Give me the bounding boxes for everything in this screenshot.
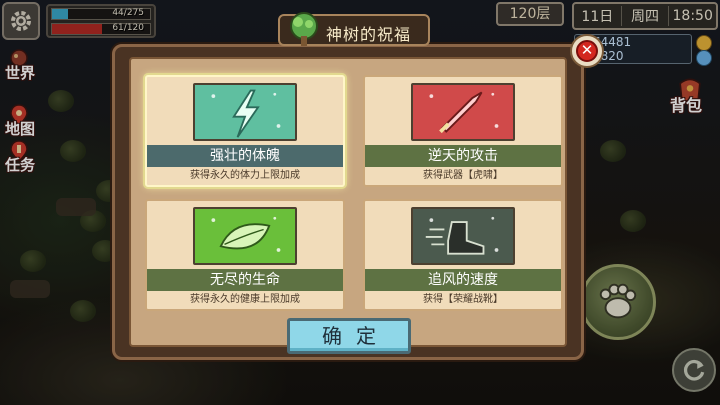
card-art-icon	[425, 216, 499, 255]
card-title: 强壮的体魄	[147, 145, 343, 167]
card-art-strength	[193, 83, 297, 141]
close-icon: ✕	[576, 40, 598, 62]
blessing-card-life[interactable]: 无尽的生命 获得永久的健康上限加成	[145, 199, 345, 311]
card-art-icon	[211, 89, 281, 138]
dialog-content: 强壮的体魄 获得永久的体力上限加成 逆天的攻击 获得武器【虎啸】 无尽的生命 获…	[129, 57, 567, 347]
card-description: 获得永久的体力上限加成	[190, 170, 300, 181]
blessing-card-strength[interactable]: 强壮的体魄 获得永久的体力上限加成	[145, 75, 345, 187]
close-dialog-button[interactable]: ✕	[570, 34, 604, 68]
tree-icon	[290, 12, 318, 46]
card-art-speed	[411, 207, 515, 265]
card-art-icon	[429, 91, 499, 134]
card-art-life	[193, 207, 297, 265]
blessing-card-attack[interactable]: 逆天的攻击 获得武器【虎啸】	[363, 75, 563, 187]
card-description: 获得【荣耀战靴】	[423, 294, 503, 305]
blessing-card-speed[interactable]: 追风的速度 获得【荣耀战靴】	[363, 199, 563, 311]
card-title: 无尽的生命	[147, 269, 343, 291]
card-description: 获得永久的健康上限加成	[190, 294, 300, 305]
card-title: 逆天的攻击	[365, 145, 561, 167]
card-art-icon	[211, 216, 281, 252]
card-description: 获得武器【虎啸】	[423, 170, 503, 181]
dialog-title: 神树的祝福	[326, 25, 412, 44]
dialog-title-banner: 神树的祝福	[278, 12, 430, 46]
card-title: 追风的速度	[365, 269, 561, 291]
card-art-attack	[411, 83, 515, 141]
blessing-dialog: 强壮的体魄 获得永久的体力上限加成 逆天的攻击 获得武器【虎啸】 无尽的生命 获…	[112, 44, 584, 360]
confirm-button[interactable]: 确定	[287, 318, 411, 354]
